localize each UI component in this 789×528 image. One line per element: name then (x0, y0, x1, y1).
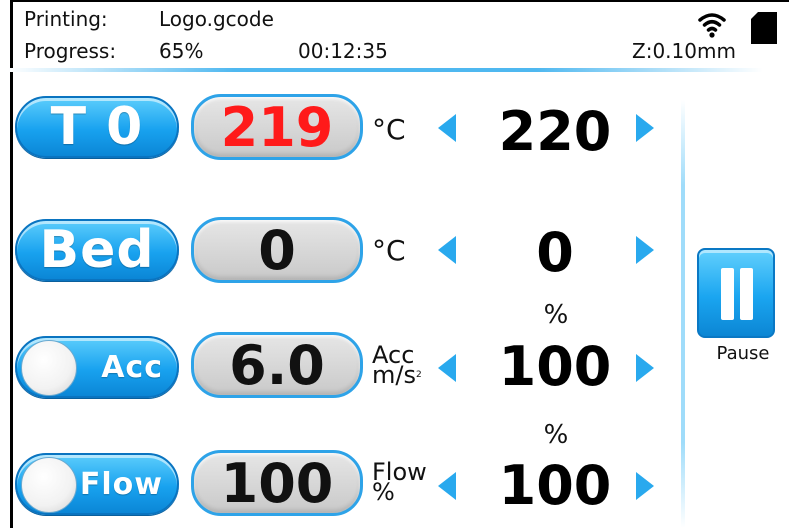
acc-percent-unit: % (543, 300, 569, 330)
acc-unit-base: m/s (372, 361, 416, 389)
bed-current-temp[interactable]: 0 (191, 217, 363, 283)
side-divider (681, 100, 685, 528)
acc-current-value[interactable]: 6.0 (191, 332, 363, 398)
flow-percent-unit: % (543, 420, 569, 450)
acc-unit-line2: m/s2 (372, 363, 422, 387)
flow-unit: Flow % (372, 460, 427, 504)
wifi-icon (698, 13, 726, 38)
file-name: Logo.gcode (159, 7, 274, 31)
header-divider (8, 68, 763, 72)
flow-toggle-knob (21, 457, 77, 513)
pause-icon (721, 268, 734, 320)
bed-button[interactable]: Bed (15, 219, 179, 281)
acc-decrease-arrow-icon[interactable] (438, 354, 456, 382)
flow-label: Flow (79, 466, 163, 502)
flow-toggle[interactable]: Flow (15, 453, 179, 515)
bed-decrease-arrow-icon[interactable] (438, 236, 456, 264)
bed-increase-arrow-icon[interactable] (636, 236, 654, 264)
bed-label: Bed (39, 220, 155, 280)
bed-unit: °C (372, 234, 406, 267)
acc-label: Acc (101, 349, 163, 385)
z-height: Z:0.10mm (632, 39, 736, 63)
acc-unit-superscript: 2 (415, 370, 422, 380)
pause-label: Pause (716, 343, 770, 364)
tool-0-unit: °C (372, 113, 406, 146)
tool-0-current-temp[interactable]: 219 (191, 94, 363, 160)
pause-button[interactable] (697, 248, 775, 338)
progress-percent: 65% (159, 39, 204, 63)
bed-target-temp: 0 (536, 221, 574, 284)
elapsed-time: 00:12:35 (298, 39, 388, 63)
screen-frame-top (10, 0, 789, 2)
sd-card-icon (751, 12, 777, 44)
acc-toggle-knob (21, 340, 77, 396)
acc-target-percent: 100 (498, 335, 612, 398)
printing-label: Printing: (24, 7, 108, 31)
tool-0-target-temp: 220 (498, 100, 612, 163)
tool-0-decrease-arrow-icon[interactable] (438, 114, 456, 142)
flow-decrease-arrow-icon[interactable] (438, 472, 456, 500)
tool-0-increase-arrow-icon[interactable] (636, 114, 654, 142)
flow-increase-arrow-icon[interactable] (636, 472, 654, 500)
progress-label: Progress: (24, 39, 117, 63)
acc-increase-arrow-icon[interactable] (636, 354, 654, 382)
tool-0-button[interactable]: T 0 (15, 96, 179, 158)
flow-target-percent: 100 (498, 454, 612, 517)
screen-frame-left (10, 0, 13, 528)
printer-screen: Printing: Logo.gcode Progress: 65% 00:12… (0, 0, 789, 528)
flow-current-value[interactable]: 100 (191, 450, 363, 516)
acc-unit: Acc m/s2 (372, 343, 422, 387)
acc-toggle[interactable]: Acc (15, 336, 179, 398)
pause-icon-bar (740, 268, 753, 320)
tool-0-label: T 0 (50, 97, 144, 157)
